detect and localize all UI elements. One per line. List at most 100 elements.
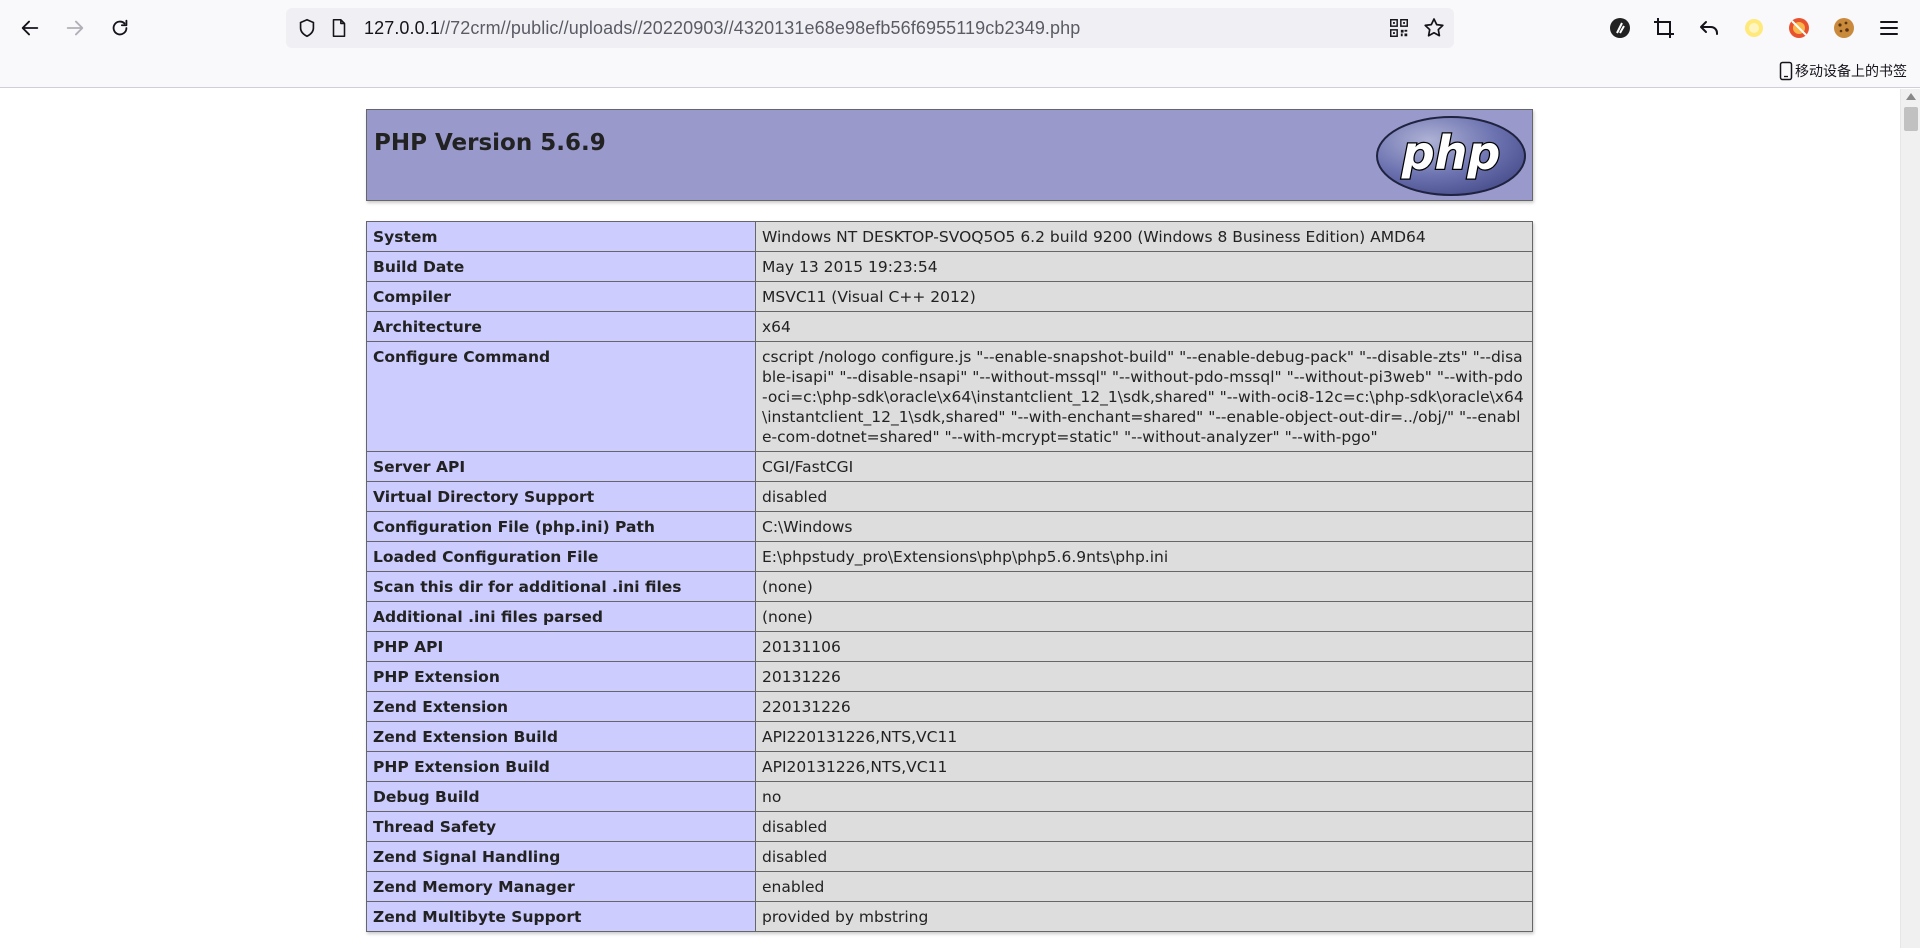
row-value: 220131226 [755,691,1533,722]
extension-cookie-button[interactable] [1830,14,1858,42]
table-row: System Windows NT DESKTOP-SVOQ5O5 6.2 bui… [366,221,1533,252]
row-value: enabled [755,871,1533,902]
php-logo-text: php [1401,126,1501,180]
scrollbar-thumb[interactable] [1904,107,1918,131]
forward-button[interactable] [57,10,93,46]
row-key: Configure Command [366,341,756,452]
table-row: Zend Memory Manager enabled [366,871,1533,902]
table-row: Compiler MSVC11 (Visual C++ 2012) [366,281,1533,312]
table-row: Additional .ini files parsed (none) [366,601,1533,632]
row-key: Compiler [366,281,756,312]
row-key: PHP Extension [366,661,756,692]
row-key: Scan this dir for additional .ini files [366,571,756,602]
extension-sun-button[interactable] [1740,14,1768,42]
row-key: Zend Multibyte Support [366,901,756,932]
table-row: PHP Extension Build API20131226,NTS,VC11 [366,751,1533,782]
vertical-scrollbar[interactable] [1900,89,1920,948]
row-value: disabled [755,841,1533,872]
extension-undo-button[interactable] [1695,14,1723,42]
table-row: Architecture x64 [366,311,1533,342]
url-host: 127.0.0.1 [364,18,440,38]
table-row: Configuration File (php.ini) Path C:\Wind… [366,511,1533,542]
forward-icon [66,20,84,36]
scroll-up-arrow-icon[interactable] [1906,93,1916,100]
table-row: Scan this dir for additional .ini files(… [366,571,1533,602]
extension-crop-button[interactable] [1650,14,1678,42]
table-row: PHP Extension 20131226 [366,661,1533,692]
row-key: Thread Safety [366,811,756,842]
row-value: API20131226,NTS,VC11 [755,751,1533,782]
row-key: Zend Extension Build [366,721,756,752]
row-value: May 13 2015 19:23:54 [755,251,1533,282]
cookie-icon [1834,18,1854,38]
phpinfo-table: System Windows NT DESKTOP-SVOQ5O5 6.2 bui… [366,221,1533,932]
table-row: PHP API 20131106 [366,631,1533,662]
table-row: Debug Build no [366,781,1533,812]
table-row: Configure Command cscript /nologo configu… [366,341,1533,452]
row-value: E:\phpstudy_pro\Extensions\php\php5.6.9n… [755,541,1533,572]
row-key: Build Date [366,251,756,282]
reload-icon [112,19,128,36]
table-row: Build Date May 13 2015 19:23:54 [366,251,1533,282]
wappalyzer-icon [1610,18,1630,38]
row-key: Loaded Configuration File [366,541,756,572]
row-key: Zend Memory Manager [366,871,756,902]
row-key: PHP Extension Build [366,751,756,782]
mobile-bookmarks-item[interactable]: 移动设备上的书签 [1779,61,1907,81]
row-key: Zend Extension [366,691,756,722]
row-key: Virtual Directory Support [366,481,756,512]
row-key: Architecture [366,311,756,342]
table-row: Zend Extension 220131226 [366,691,1533,722]
sun-icon [1745,19,1763,37]
table-row: Zend Signal Handling disabled [366,841,1533,872]
row-key: PHP API [366,631,756,662]
row-value: no [755,781,1533,812]
phpinfo-page: PHP Version 5.6.9 php System Windows NT D… [366,109,1533,932]
back-icon [21,20,39,36]
extension-wappalyzer-button[interactable] [1606,14,1634,42]
extension-block-button[interactable] [1785,14,1813,42]
table-row: Zend Multibyte Support provided by mbstri… [366,901,1533,932]
row-value: CGI/FastCGI [755,451,1533,482]
url-text[interactable]: 127.0.0.1//72crm//public//uploads//20220… [364,18,1080,39]
page-title: PHP Version 5.6.9 [374,130,606,156]
php-logo[interactable]: php [1375,115,1527,197]
row-value: MSVC11 (Visual C++ 2012) [755,281,1533,312]
page-icon[interactable] [328,17,350,39]
table-row: Thread Safety disabled [366,811,1533,842]
bookmarks-bar: 移动设备上的书签 [0,56,1920,88]
block-icon [1789,18,1809,38]
mobile-bookmarks-label: 移动设备上的书签 [1795,64,1907,80]
back-button[interactable] [12,10,48,46]
row-value: API220131226,NTS,VC11 [755,721,1533,752]
row-value: Windows NT DESKTOP-SVOQ5O5 6.2 build 920… [755,221,1533,252]
browser-toolbar: 127.0.0.1//72crm//public//uploads//20220… [0,0,1920,56]
qr-code-icon[interactable] [1388,17,1410,39]
table-row: Server API CGI/FastCGI [366,451,1533,482]
row-value: 20131106 [755,631,1533,662]
shield-icon[interactable] [296,17,318,39]
menu-button[interactable] [1875,14,1903,42]
mobile-device-icon [1779,61,1793,81]
reload-button[interactable] [102,10,138,46]
row-key: System [366,221,756,252]
row-value: (none) [755,601,1533,632]
row-value: provided by mbstring [755,901,1533,932]
page-viewport: PHP Version 5.6.9 php System Windows NT D… [0,89,1900,948]
row-value: disabled [755,811,1533,842]
row-key: Zend Signal Handling [366,841,756,872]
row-key: Debug Build [366,781,756,812]
table-row: Loaded Configuration File E:\phpstudy_pro… [366,541,1533,572]
row-value: cscript /nologo configure.js "--enable-s… [755,341,1533,452]
url-path: //72crm//public//uploads//20220903//4320… [439,18,1081,38]
bookmark-star-icon[interactable] [1422,16,1446,40]
phpinfo-table-body: System Windows NT DESKTOP-SVOQ5O5 6.2 bui… [366,221,1533,932]
url-bar[interactable]: 127.0.0.1//72crm//public//uploads//20220… [286,8,1454,48]
row-value: disabled [755,481,1533,512]
row-key: Configuration File (php.ini) Path [366,511,756,542]
crop-icon [1654,18,1674,38]
undo-icon [1700,21,1718,35]
table-row: Zend Extension Build API220131226,NTS,VC1… [366,721,1533,752]
row-value: C:\Windows [755,511,1533,542]
table-row: Virtual Directory Support disabled [366,481,1533,512]
